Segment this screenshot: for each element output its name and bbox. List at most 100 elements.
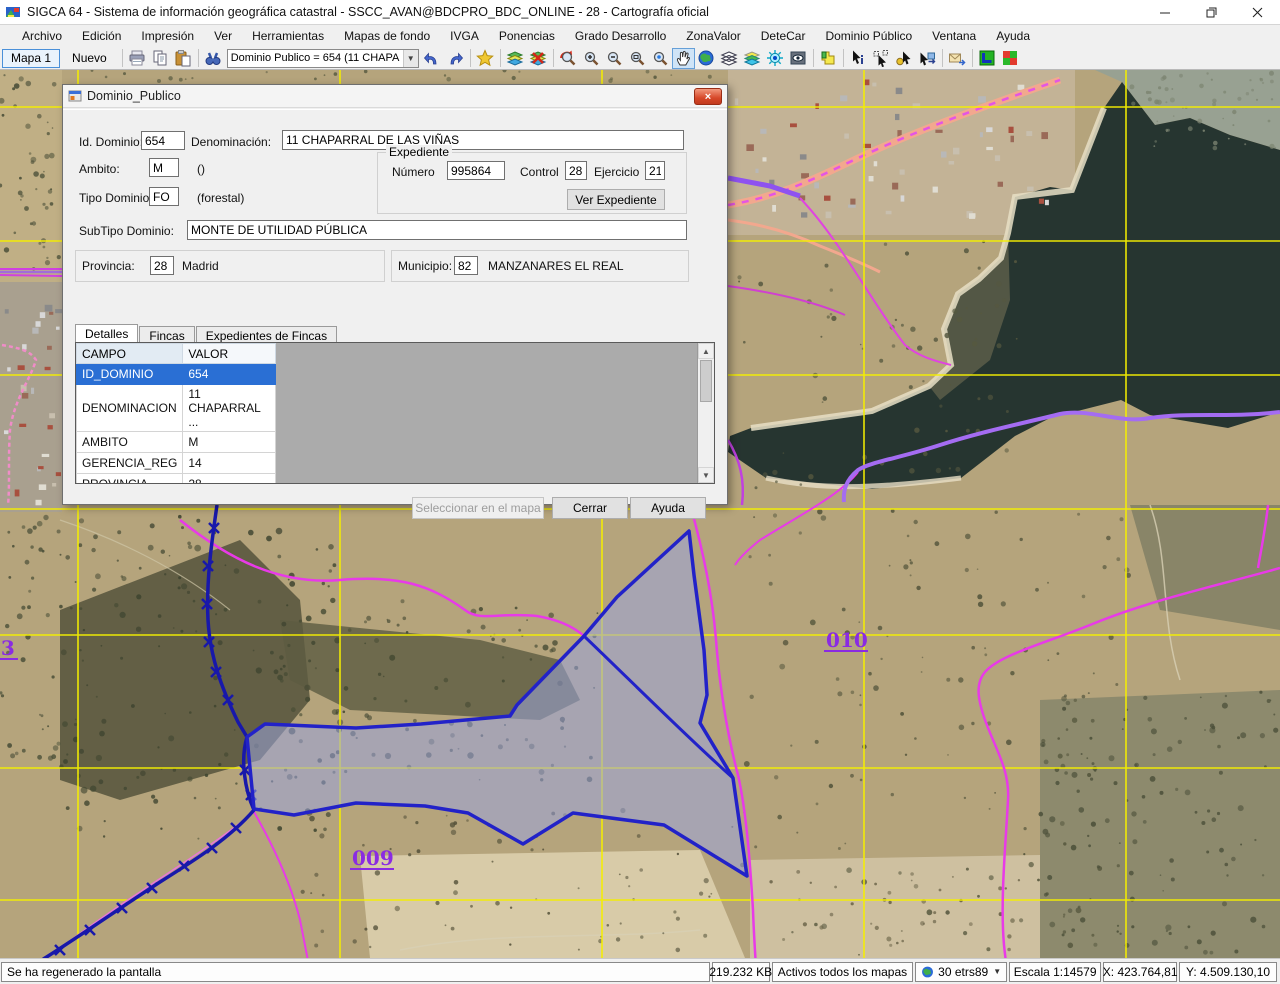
dialog-close-button[interactable]: ×: [694, 88, 722, 105]
crs-selector[interactable]: 30 etrs89 ▼: [915, 962, 1007, 982]
table-cell[interactable]: DENOMINACION: [77, 385, 183, 432]
table-cell[interactable]: 11 CHAPARRAL ...: [183, 385, 276, 432]
menu-item-detecar[interactable]: DeteCar: [751, 26, 816, 46]
campo-header[interactable]: CAMPO: [77, 344, 183, 364]
menu-item-ponencias[interactable]: Ponencias: [489, 26, 565, 46]
select-elements-icon[interactable]: [870, 48, 893, 69]
expediente-legend: Expediente: [386, 145, 452, 159]
menu-item-ventana[interactable]: Ventana: [922, 26, 986, 46]
menu-item-ver[interactable]: Ver: [204, 26, 242, 46]
table-cell[interactable]: 654: [183, 364, 276, 385]
map-tab-button[interactable]: Mapa 1: [2, 49, 60, 68]
table-cell[interactable]: AMBITO: [77, 432, 183, 453]
menu-item-impresi-n[interactable]: Impresión: [131, 26, 204, 46]
parcel-edit-icon[interactable]: [817, 48, 840, 69]
layers-visible-icon[interactable]: [504, 48, 527, 69]
eye-icon[interactable]: [764, 48, 787, 69]
close-button[interactable]: [1234, 0, 1280, 25]
denominacion-label: Denominación:: [191, 135, 271, 149]
menu-item-zonavalor[interactable]: ZonaValor: [676, 26, 750, 46]
minimize-button[interactable]: [1142, 0, 1188, 25]
menu-item-herramientas[interactable]: Herramientas: [242, 26, 334, 46]
dominio-publico-dialog: Dominio_Publico × Id. Dominio: Denominac…: [62, 84, 728, 505]
crs-dropdown-icon[interactable]: ▼: [993, 967, 1001, 976]
menu-item-ivga[interactable]: IVGA: [440, 26, 489, 46]
table-row[interactable]: DENOMINACION11 CHAPARRAL ...: [77, 385, 276, 432]
menu-item-edici-n[interactable]: Edición: [72, 26, 131, 46]
table-row[interactable]: PROVINCIA28: [77, 474, 276, 485]
scroll-thumb[interactable]: [700, 360, 712, 402]
legend-green-icon[interactable]: [976, 48, 999, 69]
globe-icon[interactable]: [695, 48, 718, 69]
layers-stack-icon[interactable]: [718, 48, 741, 69]
preview-icon[interactable]: [787, 48, 810, 69]
cerrar-button[interactable]: Cerrar: [552, 497, 628, 519]
denominacion-field[interactable]: [282, 130, 684, 150]
ver-expediente-button[interactable]: Ver Expediente: [567, 189, 665, 210]
ejercicio-field[interactable]: [645, 161, 665, 180]
menu-bar: ArchivoEdiciónImpresiónVerHerramientasMa…: [0, 25, 1280, 47]
select-export-icon[interactable]: [916, 48, 939, 69]
table-cell[interactable]: PROVINCIA: [77, 474, 183, 485]
zoom-previous-icon[interactable]: [557, 48, 580, 69]
table-cell[interactable]: GERENCIA_REG: [77, 453, 183, 474]
provincia-label: Provincia:: [82, 259, 135, 273]
send-map-icon[interactable]: [946, 48, 969, 69]
table-row[interactable]: GERENCIA_REG14: [77, 453, 276, 474]
globe-icon: [921, 965, 934, 979]
status-x-coord: X: 423.764,81: [1103, 962, 1177, 982]
ayuda-button[interactable]: Ayuda: [630, 497, 706, 519]
scroll-up-icon[interactable]: ▲: [698, 343, 714, 359]
menu-item-ayuda[interactable]: Ayuda: [986, 26, 1040, 46]
subtipo-field[interactable]: [187, 220, 687, 240]
pan-icon[interactable]: [672, 48, 695, 69]
selection-combobox-value: Dominio Publico = 654 (11 CHAPA: [228, 52, 403, 64]
window-title: SIGCA 64 - Sistema de información geográ…: [27, 5, 709, 19]
control-field[interactable]: [565, 161, 587, 180]
combobox-dropdown-icon[interactable]: ▼: [403, 50, 418, 67]
table-cell[interactable]: 14: [183, 453, 276, 474]
toolbar-separator: [972, 49, 973, 67]
dialog-title: Dominio_Publico: [87, 89, 181, 103]
table-cell[interactable]: 28: [183, 474, 276, 485]
seleccionar-mapa-button[interactable]: Seleccionar en el mapa: [412, 497, 544, 519]
copy-icon[interactable]: [149, 48, 172, 69]
zoom-out-icon[interactable]: [603, 48, 626, 69]
star-icon[interactable]: [474, 48, 497, 69]
find-icon[interactable]: [202, 48, 225, 69]
ambito-field[interactable]: [149, 158, 179, 177]
zoom-window-icon[interactable]: [626, 48, 649, 69]
menu-item-archivo[interactable]: Archivo: [12, 26, 72, 46]
zoom-center-icon[interactable]: [649, 48, 672, 69]
restore-button[interactable]: [1188, 0, 1234, 25]
legend-red-icon[interactable]: [999, 48, 1022, 69]
table-row[interactable]: ID_DOMINIO654: [77, 364, 276, 385]
select-info-icon[interactable]: [847, 48, 870, 69]
table-cell[interactable]: M: [183, 432, 276, 453]
ambito-label: Ambito:: [79, 162, 120, 176]
table-row[interactable]: AMBITOM: [77, 432, 276, 453]
valor-header[interactable]: VALOR: [183, 344, 276, 364]
select-point-icon[interactable]: [893, 48, 916, 69]
table-cell[interactable]: ID_DOMINIO: [77, 364, 183, 385]
id-dominio-field[interactable]: [141, 131, 185, 150]
layers-colored-icon[interactable]: [741, 48, 764, 69]
menu-item-grado-desarrollo[interactable]: Grado Desarrollo: [565, 26, 676, 46]
layers-remove-icon[interactable]: [527, 48, 550, 69]
menu-item-mapas-de-fondo[interactable]: Mapas de fondo: [334, 26, 440, 46]
zoom-in-icon[interactable]: [580, 48, 603, 69]
dialog-title-bar[interactable]: Dominio_Publico ×: [63, 85, 727, 108]
grid-scrollbar[interactable]: ▲ ▼: [697, 343, 714, 483]
provincia-code-field[interactable]: [150, 256, 174, 275]
menu-item-dominio-p-blico[interactable]: Dominio Público: [815, 26, 922, 46]
scroll-down-icon[interactable]: ▼: [698, 467, 714, 483]
selection-combobox[interactable]: Dominio Publico = 654 (11 CHAPA▼: [227, 49, 419, 68]
tipo-dominio-field[interactable]: [149, 187, 179, 206]
numero-field[interactable]: [447, 161, 505, 180]
paste-icon[interactable]: [172, 48, 195, 69]
municipio-code-field[interactable]: [454, 256, 478, 275]
new-map-button[interactable]: Nuevo: [64, 50, 115, 67]
print-icon[interactable]: [126, 48, 149, 69]
undo-icon[interactable]: [421, 48, 444, 69]
redo-icon[interactable]: [444, 48, 467, 69]
